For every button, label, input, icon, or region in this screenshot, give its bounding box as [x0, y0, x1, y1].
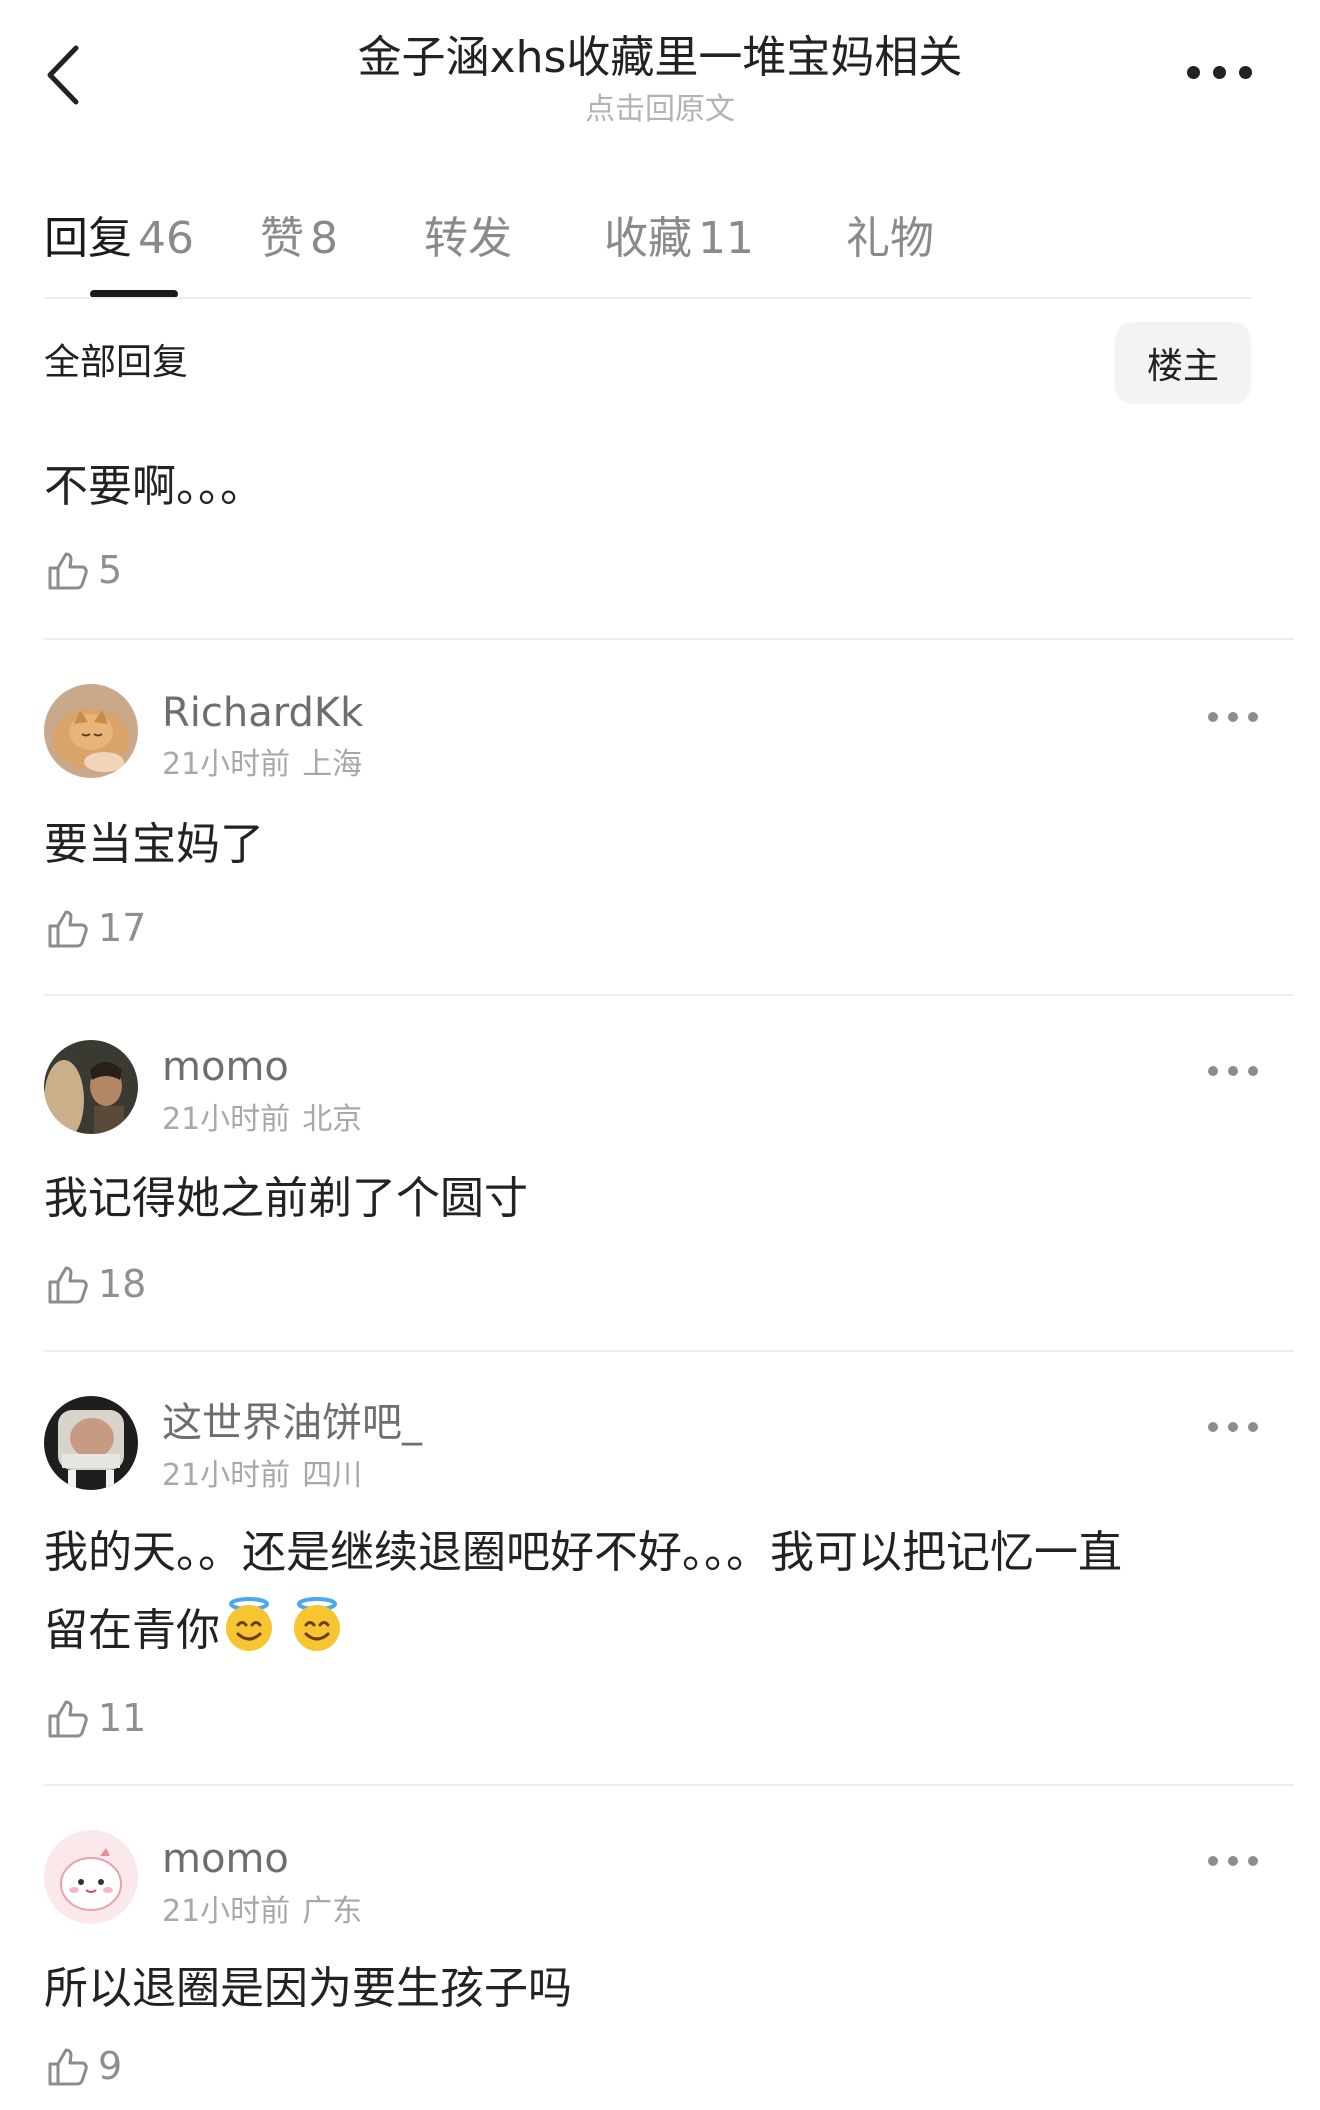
avatar[interactable] [44, 1396, 138, 1490]
comment-meta: 21小时前 广东 [162, 1892, 362, 1932]
chevron-left-icon [47, 45, 79, 105]
comment-location: 上海 [302, 747, 363, 782]
avatar[interactable] [44, 1040, 138, 1134]
more-horizontal-icon[interactable] [1208, 1066, 1258, 1076]
tab-bar: 回复 46 赞8 转发 收藏 11 礼物 [44, 196, 934, 272]
thumbs-up-icon [48, 910, 88, 948]
tab-replies[interactable]: 回复 46 [44, 202, 194, 266]
thumbs-up-icon [48, 1700, 88, 1738]
thumbs-up-icon [48, 1266, 88, 1304]
comment-text-line: 我的天。。还是继续退圈吧好不好。。。我可以把记忆一直 [44, 1527, 1122, 1578]
all-replies-label: 全部回复 [44, 342, 189, 383]
like-count: 5 [98, 548, 123, 592]
username[interactable]: RichardKk [162, 688, 363, 738]
header-title-block[interactable]: 金子涵xhs收藏里一堆宝妈相关 点击回原文 [260, 28, 1060, 130]
back-to-original-link[interactable]: 点击回原文 [260, 90, 1060, 130]
comment-text: 我记得她之前剃了个圆寸 [44, 1173, 528, 1224]
divider [44, 1784, 1294, 1786]
tab-count: 46 [138, 213, 194, 264]
avatar[interactable] [44, 1830, 138, 1924]
comment-meta: 21小时前 上海 [162, 745, 362, 785]
more-horizontal-icon[interactable] [1208, 1422, 1258, 1432]
comment-text: 不要啊。。。 [44, 461, 264, 512]
more-horizontal-icon[interactable] [1208, 712, 1258, 722]
comment-location: 四川 [302, 1458, 363, 1493]
comment-text-segment: 留在青你 [44, 1605, 220, 1656]
comment-meta: 21小时前 四川 [162, 1456, 362, 1496]
like-button[interactable]: 18 [44, 1260, 146, 1308]
like-button[interactable]: 9 [44, 2042, 122, 2090]
selfie-avatar [44, 1396, 138, 1490]
like-button[interactable]: 17 [44, 904, 146, 952]
comment-time: 21小时前 [162, 1894, 291, 1929]
comment-text: 我的天。。还是继续退圈吧好不好。。。我可以把记忆一直 留在青你 [44, 1514, 1264, 1670]
host-only-button[interactable]: 楼主 [1115, 322, 1251, 404]
username[interactable]: momo [162, 1042, 289, 1092]
comment-location: 北京 [302, 1102, 363, 1137]
divider [44, 1350, 1294, 1352]
divider [44, 297, 1252, 299]
like-button[interactable]: 5 [44, 546, 122, 594]
thumbs-up-icon [48, 552, 88, 590]
comment-location: 广东 [302, 1894, 363, 1929]
more-horizontal-icon[interactable] [1187, 66, 1252, 79]
divider [44, 994, 1294, 996]
comment-text: 要当宝妈了 [44, 819, 264, 870]
username[interactable]: momo [162, 1834, 289, 1884]
comment-text-line: 留在青你 [44, 1592, 1264, 1670]
tab-gifts[interactable]: 礼物 [846, 202, 934, 266]
tab-label: 转发 [424, 213, 512, 264]
like-button[interactable]: 11 [44, 1694, 146, 1742]
smiling-face-with-halo-icon [294, 1597, 340, 1651]
comment-time: 21小时前 [162, 1102, 291, 1137]
portrait-avatar [44, 1040, 138, 1134]
tab-favorites[interactable]: 收藏 11 [604, 202, 754, 266]
cartoon-avatar [44, 1830, 138, 1924]
tab-count: 11 [698, 213, 754, 264]
like-count: 9 [98, 2044, 123, 2088]
like-count: 18 [98, 1262, 147, 1306]
comment-time: 21小时前 [162, 1458, 291, 1493]
smiling-face-with-halo-icon [226, 1597, 272, 1651]
like-count: 11 [98, 1696, 147, 1740]
comment-time: 21小时前 [162, 747, 291, 782]
divider [44, 638, 1294, 640]
username[interactable]: 这世界油饼吧_ [162, 1398, 422, 1448]
tab-label: 回复 [44, 213, 132, 264]
back-button[interactable] [40, 40, 92, 110]
tab-label: 收藏 [604, 213, 692, 264]
cat-avatar [44, 684, 138, 778]
tab-likes[interactable]: 赞8 [260, 202, 338, 266]
tab-count: 8 [310, 213, 338, 264]
page-title: 金子涵xhs收藏里一堆宝妈相关 [357, 32, 963, 83]
tab-label: 赞 [260, 213, 304, 264]
comment-text: 所以退圈是因为要生孩子吗 [44, 1963, 572, 2014]
tab-reposts[interactable]: 转发 [424, 202, 512, 266]
avatar[interactable] [44, 684, 138, 778]
more-horizontal-icon[interactable] [1208, 1856, 1258, 1866]
tab-label: 礼物 [846, 213, 934, 264]
thumbs-up-icon [48, 2048, 88, 2086]
like-count: 17 [98, 906, 147, 950]
comment-meta: 21小时前 北京 [162, 1100, 362, 1140]
